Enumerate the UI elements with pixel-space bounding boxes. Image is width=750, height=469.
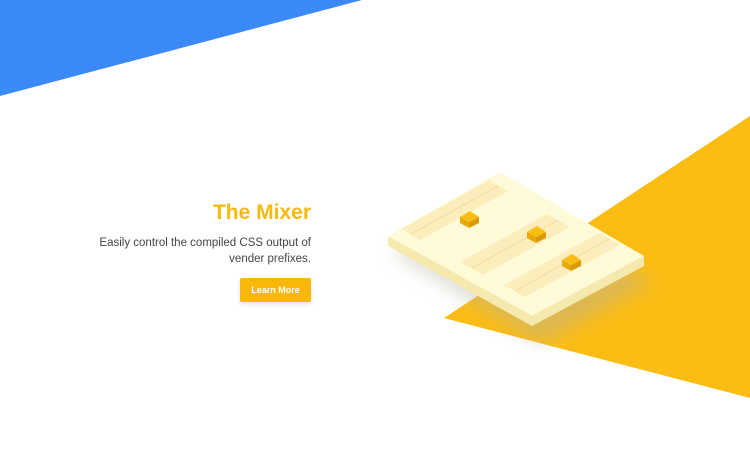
feature-section: The Mixer Easily control the compiled CS… [51, 200, 311, 302]
feature-description-line-2: vender prefixes. [229, 253, 311, 265]
feature-description: Easily control the compiled CSS output o… [51, 235, 311, 267]
page: The Mixer Easily control the compiled CS… [0, 0, 750, 469]
feature-description-line-1: Easily control the compiled CSS output o… [99, 237, 311, 249]
feature-title: The Mixer [212, 201, 311, 224]
learn-more-button[interactable]: Learn More [240, 278, 311, 302]
